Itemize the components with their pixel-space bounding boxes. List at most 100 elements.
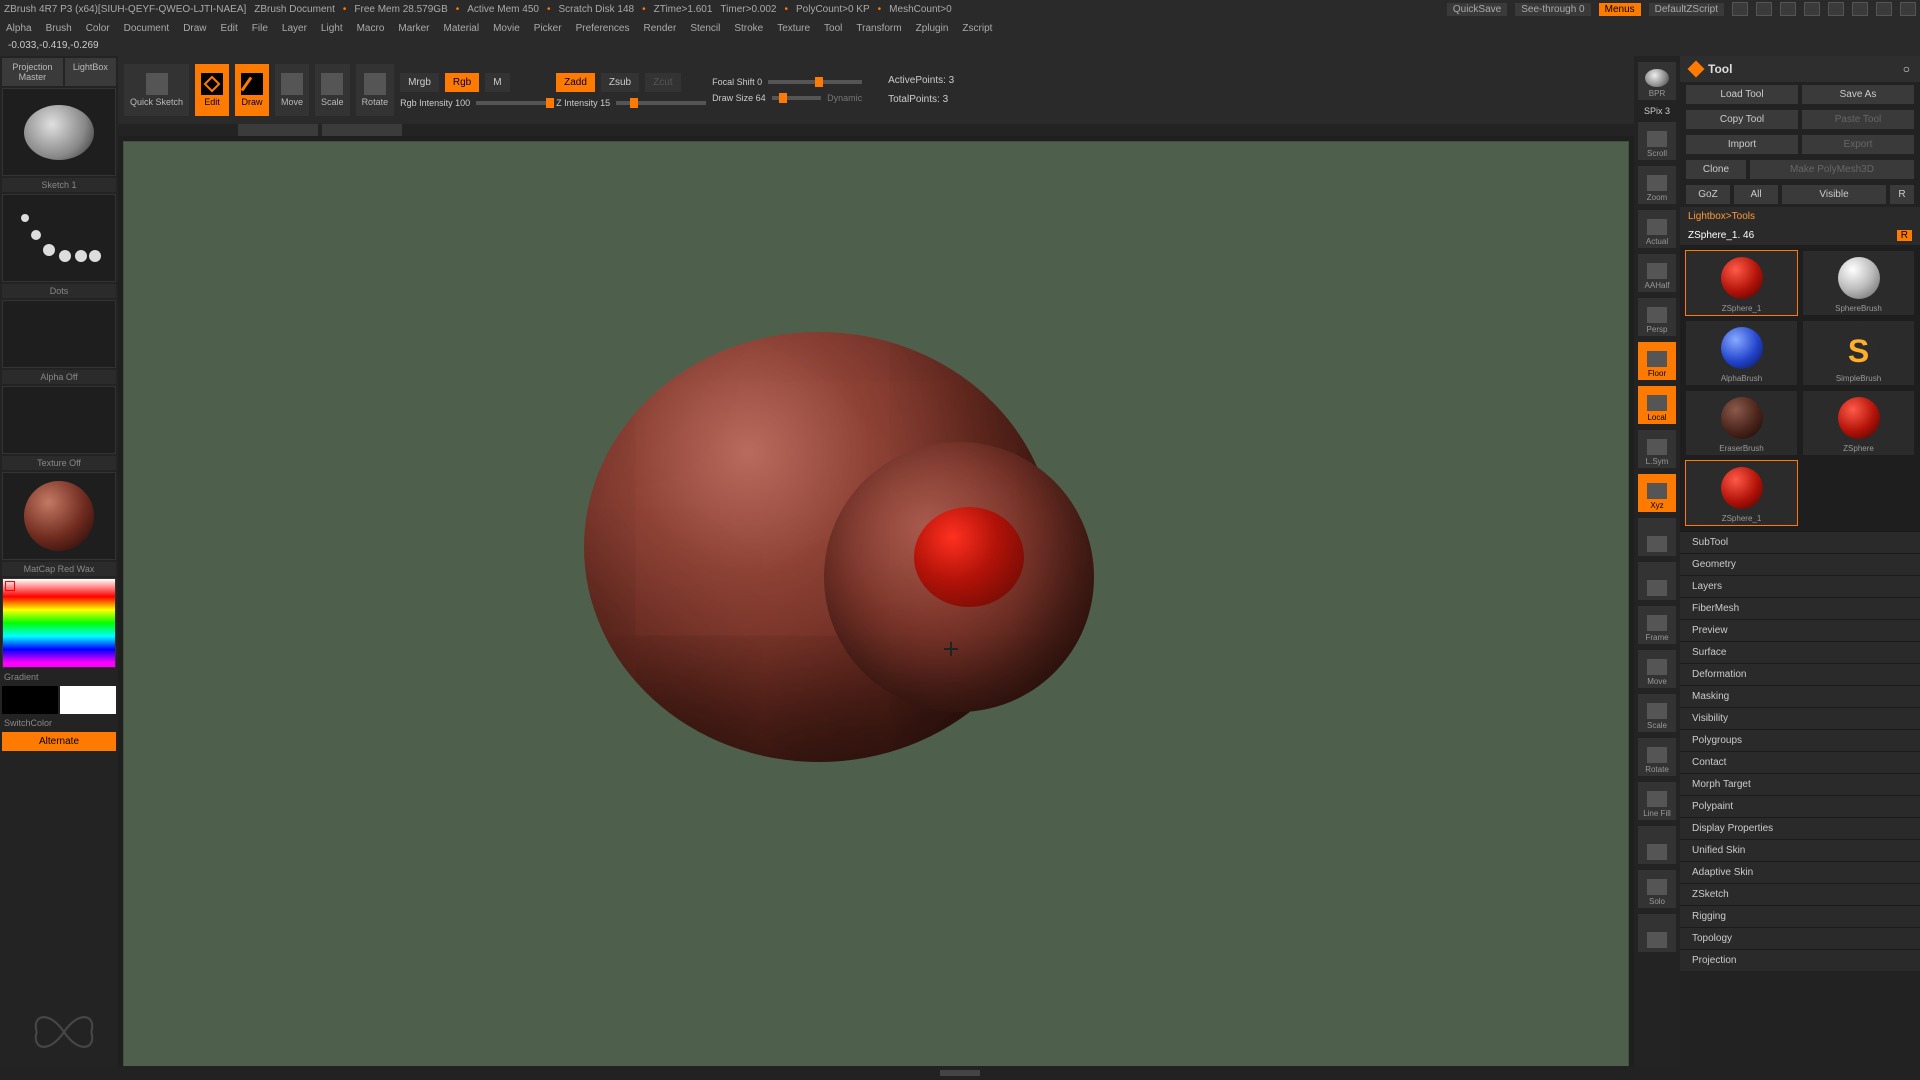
section-geometry[interactable]: Geometry bbox=[1680, 553, 1920, 575]
tool-panel-header[interactable]: Tool ○ bbox=[1680, 56, 1920, 82]
view-solo-button[interactable]: Solo bbox=[1638, 870, 1676, 908]
material-thumb[interactable] bbox=[2, 472, 116, 560]
zsub-toggle[interactable]: Zsub bbox=[601, 73, 639, 92]
tool-thumb-spherebrush[interactable]: SphereBrush bbox=[1803, 251, 1914, 315]
section-unified-skin[interactable]: Unified Skin bbox=[1680, 839, 1920, 861]
spix-readout[interactable]: SPix 3 bbox=[1644, 106, 1670, 116]
section-polygroups[interactable]: Polygroups bbox=[1680, 729, 1920, 751]
view-blank-button[interactable] bbox=[1638, 826, 1676, 864]
menu-transform[interactable]: Transform bbox=[856, 23, 901, 34]
goz-r-button[interactable]: R bbox=[1890, 185, 1914, 204]
menu-draw[interactable]: Draw bbox=[183, 23, 206, 34]
window-icon[interactable] bbox=[1804, 2, 1820, 16]
move-mode-button[interactable]: Move bbox=[275, 64, 309, 116]
section-deformation[interactable]: Deformation bbox=[1680, 663, 1920, 685]
menu-stroke[interactable]: Stroke bbox=[734, 23, 763, 34]
tool-thumb-alphabrush[interactable]: AlphaBrush bbox=[1686, 321, 1797, 385]
resize-grip-icon[interactable] bbox=[940, 1070, 980, 1076]
menu-render[interactable]: Render bbox=[644, 23, 677, 34]
color-picker[interactable] bbox=[2, 578, 116, 668]
load-tool-button[interactable]: Load Tool bbox=[1686, 85, 1798, 104]
m-toggle[interactable]: M bbox=[485, 73, 509, 92]
doc-tab[interactable] bbox=[238, 124, 318, 136]
close-icon[interactable] bbox=[1900, 2, 1916, 16]
menu-file[interactable]: File bbox=[252, 23, 268, 34]
view-blank-button[interactable] bbox=[1638, 562, 1676, 600]
tool-thumb-eraserbrush[interactable]: EraserBrush bbox=[1686, 391, 1797, 455]
menu-movie[interactable]: Movie bbox=[493, 23, 520, 34]
view-zoom-button[interactable]: Zoom bbox=[1638, 166, 1676, 204]
view-move-button[interactable]: Move bbox=[1638, 650, 1676, 688]
menu-macro[interactable]: Macro bbox=[357, 23, 385, 34]
view-local-button[interactable]: Local bbox=[1638, 386, 1676, 424]
section-display-properties[interactable]: Display Properties bbox=[1680, 817, 1920, 839]
window-icon[interactable] bbox=[1732, 2, 1748, 16]
doc-tab[interactable] bbox=[322, 124, 402, 136]
menu-edit[interactable]: Edit bbox=[221, 23, 238, 34]
section-subtool[interactable]: SubTool bbox=[1680, 531, 1920, 553]
section-topology[interactable]: Topology bbox=[1680, 927, 1920, 949]
primary-color-swatch[interactable] bbox=[60, 686, 116, 714]
section-morph-target[interactable]: Morph Target bbox=[1680, 773, 1920, 795]
section-masking[interactable]: Masking bbox=[1680, 685, 1920, 707]
section-surface[interactable]: Surface bbox=[1680, 641, 1920, 663]
section-fibermesh[interactable]: FiberMesh bbox=[1680, 597, 1920, 619]
default-zscript[interactable]: DefaultZScript bbox=[1649, 3, 1724, 16]
zcut-toggle[interactable]: Zcut bbox=[645, 73, 680, 92]
active-tool-label[interactable]: ZSphere_1. 46R bbox=[1680, 226, 1920, 245]
section-visibility[interactable]: Visibility bbox=[1680, 707, 1920, 729]
minimize-icon[interactable] bbox=[1852, 2, 1868, 16]
draw-size-slider[interactable] bbox=[772, 96, 821, 100]
menus-toggle[interactable]: Menus bbox=[1599, 3, 1641, 16]
window-icon[interactable] bbox=[1828, 2, 1844, 16]
zsphere-tip[interactable] bbox=[914, 507, 1024, 607]
draw-mode-button[interactable]: Draw bbox=[235, 64, 269, 116]
tool-thumb-zsphere_1[interactable]: ZSphere_1 bbox=[1686, 251, 1797, 315]
pin-icon[interactable] bbox=[1688, 61, 1705, 78]
projection-master-button[interactable]: Projection Master bbox=[2, 58, 63, 86]
goz-visible-button[interactable]: Visible bbox=[1782, 185, 1886, 204]
edit-mode-button[interactable]: Edit bbox=[195, 64, 229, 116]
paste-tool-button[interactable]: Paste Tool bbox=[1802, 110, 1914, 129]
menu-tool[interactable]: Tool bbox=[824, 23, 842, 34]
quicksave-button[interactable]: QuickSave bbox=[1447, 3, 1507, 16]
menu-color[interactable]: Color bbox=[86, 23, 110, 34]
mrgb-toggle[interactable]: Mrgb bbox=[400, 73, 439, 92]
zadd-toggle[interactable]: Zadd bbox=[556, 73, 595, 92]
rgb-toggle[interactable]: Rgb bbox=[445, 73, 479, 92]
goz-all-button[interactable]: All bbox=[1734, 185, 1778, 204]
menu-picker[interactable]: Picker bbox=[534, 23, 562, 34]
focal-shift-slider[interactable] bbox=[768, 80, 862, 84]
make-polymesh-button[interactable]: Make PolyMesh3D bbox=[1750, 160, 1914, 179]
viewport[interactable] bbox=[124, 142, 1628, 1074]
view-line-fill-button[interactable]: Line Fill bbox=[1638, 782, 1676, 820]
window-icon[interactable] bbox=[1756, 2, 1772, 16]
copy-tool-button[interactable]: Copy Tool bbox=[1686, 110, 1798, 129]
secondary-color-swatch[interactable] bbox=[2, 686, 58, 714]
menu-zplugin[interactable]: Zplugin bbox=[916, 23, 949, 34]
section-rigging[interactable]: Rigging bbox=[1680, 905, 1920, 927]
alternate-button[interactable]: Alternate bbox=[2, 732, 116, 751]
switchcolor-button[interactable]: SwitchColor bbox=[2, 716, 116, 730]
lightbox-tools-button[interactable]: Lightbox>Tools bbox=[1680, 207, 1920, 226]
view-aahalf-button[interactable]: AAHalf bbox=[1638, 254, 1676, 292]
section-projection[interactable]: Projection bbox=[1680, 949, 1920, 971]
window-icon[interactable] bbox=[1780, 2, 1796, 16]
clone-button[interactable]: Clone bbox=[1686, 160, 1746, 179]
section-contact[interactable]: Contact bbox=[1680, 751, 1920, 773]
view-rotate-button[interactable]: Rotate bbox=[1638, 738, 1676, 776]
menu-layer[interactable]: Layer bbox=[282, 23, 307, 34]
menu-material[interactable]: Material bbox=[444, 23, 480, 34]
tool-thumb-zsphere_1[interactable]: ZSphere_1 bbox=[1686, 461, 1797, 525]
menu-light[interactable]: Light bbox=[321, 23, 343, 34]
sketch-thumb[interactable] bbox=[2, 88, 116, 176]
menu-zscript[interactable]: Zscript bbox=[962, 23, 992, 34]
menu-preferences[interactable]: Preferences bbox=[576, 23, 630, 34]
view-scale-button[interactable]: Scale bbox=[1638, 694, 1676, 732]
menu-brush[interactable]: Brush bbox=[46, 23, 72, 34]
view-xyz-button[interactable]: Xyz bbox=[1638, 474, 1676, 512]
import-button[interactable]: Import bbox=[1686, 135, 1798, 154]
gradient-toggle[interactable]: Gradient bbox=[2, 670, 116, 684]
rgb-intensity-slider[interactable] bbox=[476, 101, 550, 105]
texture-thumb[interactable] bbox=[2, 386, 116, 454]
